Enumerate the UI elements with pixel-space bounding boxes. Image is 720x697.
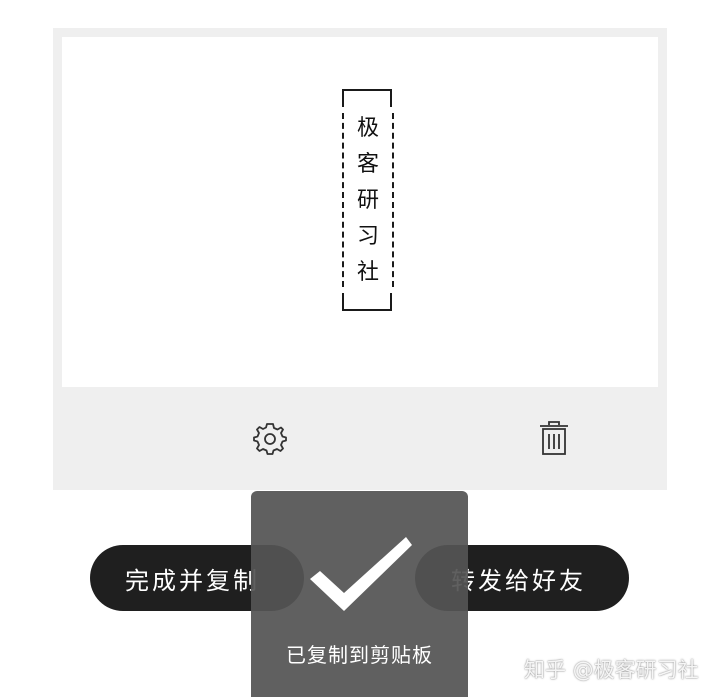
gear-icon (253, 423, 287, 455)
checkmark-icon (310, 537, 412, 611)
delete-button[interactable] (534, 418, 574, 458)
vertical-char: 研 (356, 188, 379, 213)
preview-card: 极 客 研 习 社 (53, 28, 667, 490)
copied-toast: 已复制到剪贴板 (251, 491, 468, 697)
toast-message: 已复制到剪贴板 (286, 643, 433, 667)
trash-icon (540, 421, 568, 455)
preview-canvas: 极 客 研 习 社 (62, 37, 658, 387)
forward-to-friend-label: 转发给好友 (451, 566, 586, 595)
vertical-char: 习 (356, 224, 379, 249)
settings-button[interactable] (250, 418, 290, 458)
vertical-char: 社 (356, 260, 379, 285)
screen: 极 客 研 习 社 完成并复制 转发给好友 已复制到剪贴板 知乎 @极客研习社 (0, 0, 720, 697)
frame-bracket-top (342, 89, 392, 107)
vertical-text: 极 客 研 习 社 (340, 111, 396, 291)
frame-bracket-bottom (342, 293, 392, 311)
watermark: 知乎 @极客研习社 (524, 658, 699, 682)
vertical-char: 极 (356, 116, 379, 141)
vertical-char: 客 (356, 152, 379, 177)
finish-and-copy-label: 完成并复制 (125, 566, 260, 595)
vertical-text-frame: 极 客 研 习 社 (340, 89, 396, 311)
